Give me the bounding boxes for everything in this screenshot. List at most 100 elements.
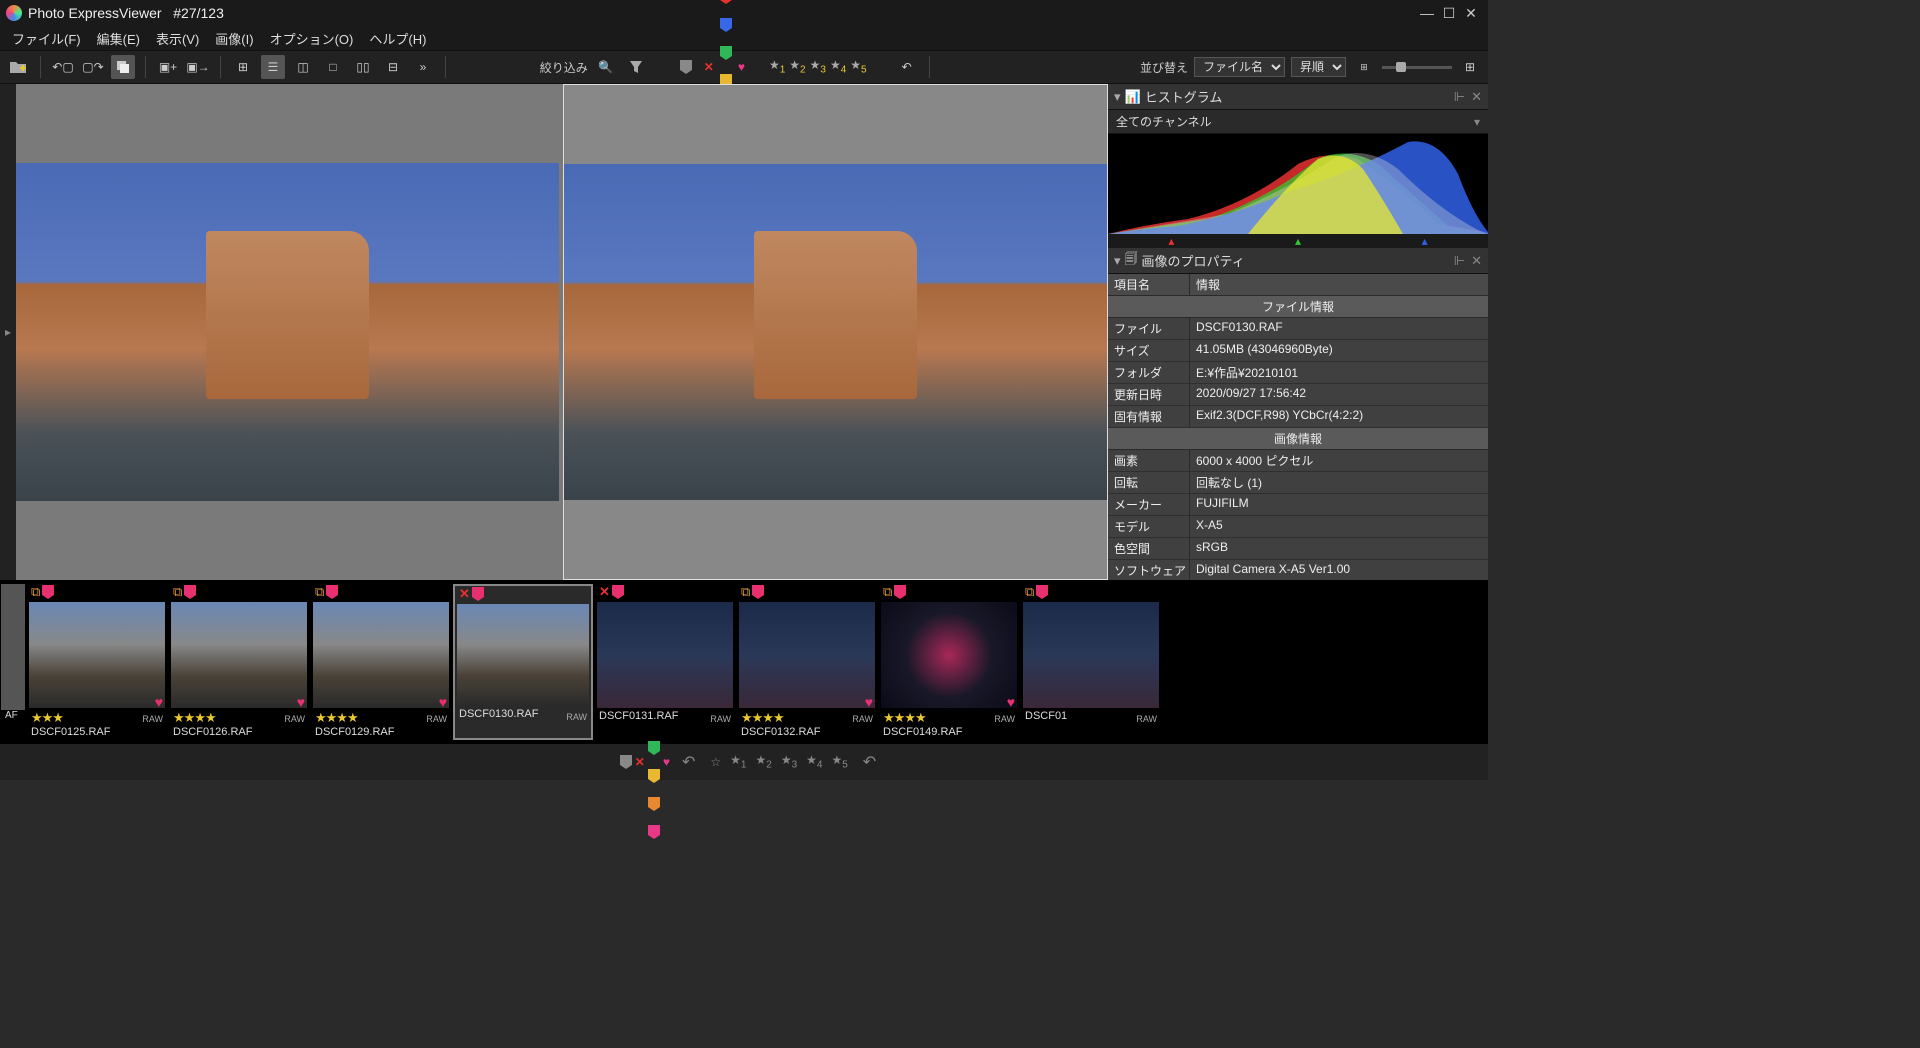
thumbnail-item[interactable]: ✕RAWDSCF0131.RAF [595,584,735,740]
menu-image[interactable]: 画像(I) [207,27,261,50]
clear-tag-icon[interactable] [674,55,698,79]
undo-button[interactable]: ↶ [682,752,695,772]
heart-filter-icon[interactable]: ♥ [738,60,745,74]
menu-option[interactable]: オプション(O) [262,27,362,50]
heart-icon[interactable]: ♥ [663,755,670,769]
house-badge-icon [612,585,624,599]
close-button[interactable]: ✕ [1460,2,1482,24]
preview-pane-right[interactable] [563,84,1108,580]
panel-close-icon[interactable]: ✕ [1471,89,1482,105]
histogram-panel-header[interactable]: ▾ 📊 ヒストグラム ⊩ ✕ [1108,84,1488,110]
thumb-size-small-icon[interactable]: ⊞ [1352,55,1376,79]
heart-icon: ♥ [439,694,447,710]
thumbnail-image [29,602,165,708]
copy-button[interactable] [111,55,135,79]
star-rate-4[interactable]: ★4 [806,753,822,770]
search-button[interactable]: 🔍 [594,55,618,79]
raw-badge: RAW [284,714,305,724]
properties-table[interactable]: 項目名情報 ファイル情報 ファイルDSCF0130.RAF サイズ41.05MB… [1108,274,1488,580]
color-tag-1[interactable] [720,18,732,32]
thumbnail-item[interactable]: ⧉♥★★★★RAWDSCF0129.RAF [311,584,451,740]
color-tag-2[interactable] [648,741,660,755]
house-badge-icon [752,585,764,599]
thumb-size-slider[interactable] [1382,66,1452,69]
thumbnail-item[interactable]: ⧉♥★★★RAWDSCF0125.RAF [27,584,167,740]
menu-file[interactable]: ファイル(F) [4,27,89,50]
copy-badge-icon: ⧉ [31,584,40,600]
star-filter-4[interactable]: ★4 [830,58,846,72]
left-panel-toggle[interactable]: ▸ [0,84,16,580]
funnel-filter-button[interactable] [624,55,648,79]
thumbnail-strip[interactable]: AF ⧉♥★★★RAWDSCF0125.RAF⧉♥★★★★RAWDSCF0126… [0,580,1488,744]
thumbnail-item[interactable]: ⧉♥★★★★RAWDSCF0126.RAF [169,584,309,740]
view-single-button[interactable]: □ [321,55,345,79]
view-split-v-button[interactable]: ⊟ [381,55,405,79]
properties-panel-header[interactable]: ▾ 🗐 画像のプロパティ ⊩ ✕ [1108,248,1488,274]
clear-tag-icon[interactable] [620,755,632,769]
thumbnail-item[interactable]: ⧉♥★★★★RAWDSCF0132.RAF [737,584,877,740]
menu-view[interactable]: 表示(V) [148,27,207,50]
remove-tag-icon[interactable]: ✕ [635,755,645,769]
color-tag-5[interactable] [648,825,660,839]
sort-field-select[interactable]: ファイル名 [1194,57,1285,77]
color-tag-4[interactable] [648,797,660,811]
view-grid-button[interactable]: ⊞ [231,55,255,79]
preview-pane-left[interactable] [16,84,559,580]
prop-row-model: モデルX-A5 [1108,516,1488,538]
thumbnail-partial[interactable]: AF [1,584,25,740]
thumbnail-item[interactable]: ✕RAWDSCF0130.RAF [453,584,593,740]
right-panel: ▾ 📊 ヒストグラム ⊩ ✕ 全てのチャンネル▾ ▴▴▴ ▾ 🗐 [1108,84,1488,580]
star-filter-2[interactable]: ★2 [789,58,805,72]
sort-label: 並び替え [1140,59,1188,76]
thumbnail-item[interactable]: ⧉♥★★★★RAWDSCF0149.RAF [879,584,1019,740]
panel-pin-icon[interactable]: ⊩ [1454,253,1465,269]
raw-badge: RAW [426,714,447,724]
star-filter-5[interactable]: ★5 [850,58,866,72]
star-rate-2[interactable]: ★2 [755,753,771,770]
view-list-button[interactable]: ☰ [261,55,285,79]
panel-close-icon[interactable]: ✕ [1471,253,1482,269]
house-badge-icon [42,585,54,599]
app-title: Photo ExpressViewer #27/123 [28,5,224,21]
star-rate-5[interactable]: ★5 [831,753,847,770]
sort-order-select[interactable]: 昇順 [1291,57,1346,77]
prop-row-colorspace: 色空間sRGB [1108,538,1488,560]
thumb-size-large-icon[interactable]: ⊞ [1458,55,1482,79]
view-more-button[interactable]: » [411,55,435,79]
star-rate-1[interactable]: ★1 [730,753,746,770]
house-badge-icon [184,585,196,599]
star-filter-3[interactable]: ★3 [810,58,826,72]
channel-selector[interactable]: 全てのチャンネル▾ [1108,110,1488,134]
move-button[interactable]: ▣→ [186,55,210,79]
menu-help[interactable]: ヘルプ(H) [361,27,434,50]
thumbnail-filename: DSCF0129.RAF [315,726,447,738]
reject-badge-icon: ✕ [459,586,470,602]
filter-label: 絞り込み [540,59,588,76]
maximize-button[interactable]: ☐ [1438,2,1460,24]
rotate-left-button[interactable]: ↶▢ [51,55,75,79]
histogram-title: ヒストグラム [1145,87,1223,106]
undo-button[interactable]: ↶ [863,752,876,772]
undo-button[interactable]: ↶ [895,55,919,79]
view-compare-button[interactable]: ▯▯ [351,55,375,79]
rotate-right-button[interactable]: ▢↷ [81,55,105,79]
new-folder-button[interactable]: ▣+ [156,55,180,79]
thumbnail-item[interactable]: ⧉RAWDSCF01 [1021,584,1161,740]
add-folder-button[interactable] [6,55,30,79]
star-filter-1[interactable]: ★1 [769,58,785,72]
color-tag-3[interactable] [648,769,660,783]
raw-badge: RAW [710,714,731,724]
toolbar: ↶▢ ▢↷ ▣+ ▣→ ⊞ ☰ ◫ □ ▯▯ ⊟ » 絞り込み 🔍 ✕ ♥ ★1… [0,50,1488,84]
thumbnail-image [313,602,449,708]
color-tag-0[interactable] [720,0,732,4]
menu-edit[interactable]: 編集(E) [89,27,148,50]
copy-badge-icon: ⧉ [741,584,750,600]
view-split-h-button[interactable]: ◫ [291,55,315,79]
color-tag-2[interactable] [720,46,732,60]
star-rate-3[interactable]: ★3 [781,753,797,770]
star-rate-0[interactable]: ☆ [710,755,721,769]
minimize-button[interactable]: — [1416,2,1438,24]
remove-tag-icon[interactable]: ✕ [704,60,714,74]
panel-pin-icon[interactable]: ⊩ [1454,89,1465,105]
properties-title: 画像のプロパティ [1142,251,1245,270]
